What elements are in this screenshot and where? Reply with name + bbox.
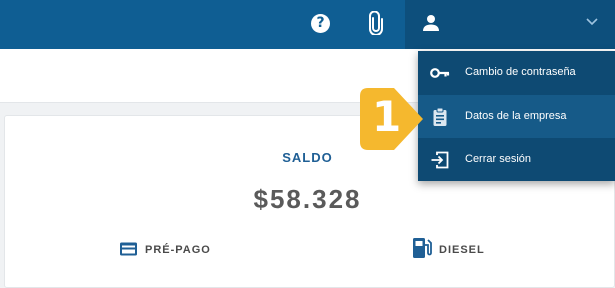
menu-item-label: Cerrar sesión [465, 153, 532, 165]
menu-item-label: Datos de la empresa [465, 110, 567, 122]
clipboard-icon [433, 107, 447, 126]
chevron-down-icon [586, 18, 598, 26]
person-icon [423, 15, 439, 31]
menu-item-company-data[interactable]: Datos de la empresa [418, 95, 615, 138]
top-navbar: ? [0, 0, 615, 49]
plan-type-label: PRÉ-PAGO [145, 244, 211, 256]
fuel-pump-icon [413, 238, 432, 258]
fuel-type-label: DIESEL [439, 244, 485, 256]
menu-item-label: Cambio de contraseña [465, 66, 576, 78]
paperclip-icon[interactable] [369, 11, 383, 35]
menu-item-change-password[interactable]: Cambio de contraseña [418, 51, 615, 94]
credit-card-icon [120, 242, 137, 256]
step-number: 1 [372, 92, 402, 141]
user-dropdown-menu: Cambio de contraseña Datos de la empresa… [418, 51, 615, 181]
balance-amount: $58.328 [253, 184, 362, 214]
menu-item-logout[interactable]: Cerrar sesión [418, 138, 615, 181]
help-icon[interactable]: ? [311, 14, 330, 33]
user-menu-toggle[interactable] [405, 0, 615, 49]
key-icon [430, 68, 450, 78]
logout-icon [431, 151, 449, 169]
